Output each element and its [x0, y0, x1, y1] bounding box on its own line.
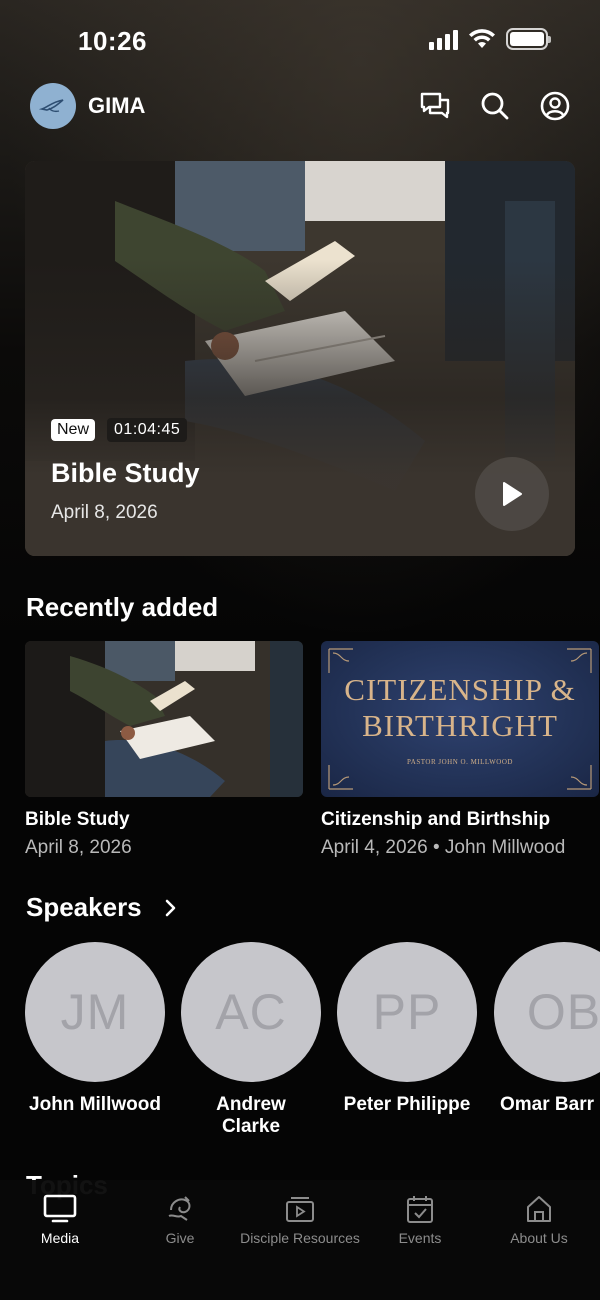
tab-give[interactable]: Give: [120, 1194, 240, 1246]
speaker-item[interactable]: OB Omar Barr: [484, 942, 600, 1116]
header-actions: [420, 91, 570, 121]
play-square-icon: [286, 1197, 314, 1222]
duration-badge: 01:04:45: [107, 418, 188, 442]
speaker-avatar: AC: [181, 942, 321, 1082]
speaker-initials: PP: [372, 984, 442, 1040]
speaker-name: Peter Philippe: [343, 1094, 471, 1115]
ornament-frame-decoration: [328, 648, 592, 790]
recent-item-thumbnail: CITIZENSHIP & BIRTHRIGHT PASTOR JOHN O. …: [321, 641, 599, 797]
speakers-heading: Speakers: [26, 892, 142, 922]
play-button[interactable]: [475, 457, 549, 531]
chevron-right-icon: [165, 899, 175, 916]
cellular-signal-icon: [429, 28, 458, 50]
citizenship-thumbnail-image: CITIZENSHIP & BIRTHRIGHT PASTOR JOHN O. …: [321, 641, 599, 797]
user-circle-icon: [540, 91, 570, 121]
wifi-icon: [469, 29, 495, 48]
church-logo[interactable]: [30, 83, 76, 129]
speaker-initials: JM: [60, 984, 130, 1040]
speaker-item[interactable]: JM John Millwood: [15, 942, 175, 1116]
hero-badges: New 01:04:45: [51, 418, 188, 442]
bottom-tab-bar: Media Give Disciple Resources Events Abo…: [0, 1180, 600, 1300]
speaker-item[interactable]: PP Peter Philippe: [327, 942, 487, 1116]
speaker-initials: AC: [215, 984, 287, 1040]
recent-item-title: Citizenship and Birthship: [321, 809, 551, 830]
calendar-icon: [407, 1196, 433, 1223]
bible-study-thumbnail-image: [25, 641, 303, 797]
speaker-avatar: OB: [494, 942, 600, 1082]
recently-added-heading: Recently added: [26, 592, 219, 622]
profile-button[interactable]: [540, 91, 570, 121]
search-icon: [481, 92, 509, 120]
hero-title: Bible Study: [51, 458, 200, 488]
play-icon: [503, 482, 522, 506]
speaker-item[interactable]: AC Andrew Clarke: [171, 942, 331, 1138]
tab-label: About Us: [510, 1230, 568, 1246]
app-header: GIMA: [30, 82, 570, 130]
new-badge: New: [51, 419, 96, 441]
search-button[interactable]: [480, 91, 510, 121]
speaker-name: Omar Barr: [500, 1094, 594, 1115]
recent-item-subtitle: April 4, 2026 • John Millwood: [321, 837, 566, 858]
status-bar: 10:26: [0, 0, 600, 80]
battery-icon: [506, 28, 551, 50]
messages-button[interactable]: [420, 91, 450, 121]
tab-label: Media: [40, 1230, 80, 1246]
recent-item-card[interactable]: Bible Study April 8, 2026: [25, 641, 303, 859]
tab-media[interactable]: Media: [0, 1194, 120, 1246]
speaker-initials: OB: [526, 984, 600, 1040]
featured-media-card[interactable]: New 01:04:45 Bible Study April 8, 2026: [25, 161, 575, 556]
tv-icon: [43, 1194, 77, 1223]
speaker-name: Andrew Clarke: [216, 1094, 286, 1137]
dove-logo-icon: [39, 99, 64, 113]
recent-item-subtitle: April 8, 2026: [25, 837, 132, 858]
speaker-avatar: PP: [337, 942, 477, 1082]
status-icons: [429, 28, 551, 50]
tab-disciple-resources[interactable]: Disciple Resources: [240, 1194, 360, 1246]
home-icon: [527, 1196, 551, 1222]
give-icon: [168, 1196, 191, 1221]
hero-date: April 8, 2026: [51, 502, 158, 523]
recent-item-title: Bible Study: [25, 809, 130, 830]
speaker-name: John Millwood: [29, 1094, 161, 1115]
recent-item-card[interactable]: CITIZENSHIP & BIRTHRIGHT PASTOR JOHN O. …: [321, 641, 599, 859]
speakers-header[interactable]: Speakers: [26, 892, 176, 923]
tab-label: Give: [165, 1230, 195, 1246]
brand-name: GIMA: [88, 93, 146, 118]
speaker-avatar: JM: [25, 942, 165, 1082]
recent-item-thumbnail: [25, 641, 303, 797]
tab-label: Disciple Resources: [240, 1230, 360, 1246]
chat-bubbles-icon: [420, 92, 450, 119]
tab-events[interactable]: Events: [360, 1194, 480, 1246]
tab-about-us[interactable]: About Us: [479, 1194, 599, 1246]
status-time: 10:26: [78, 26, 147, 56]
tab-label: Events: [398, 1230, 442, 1246]
